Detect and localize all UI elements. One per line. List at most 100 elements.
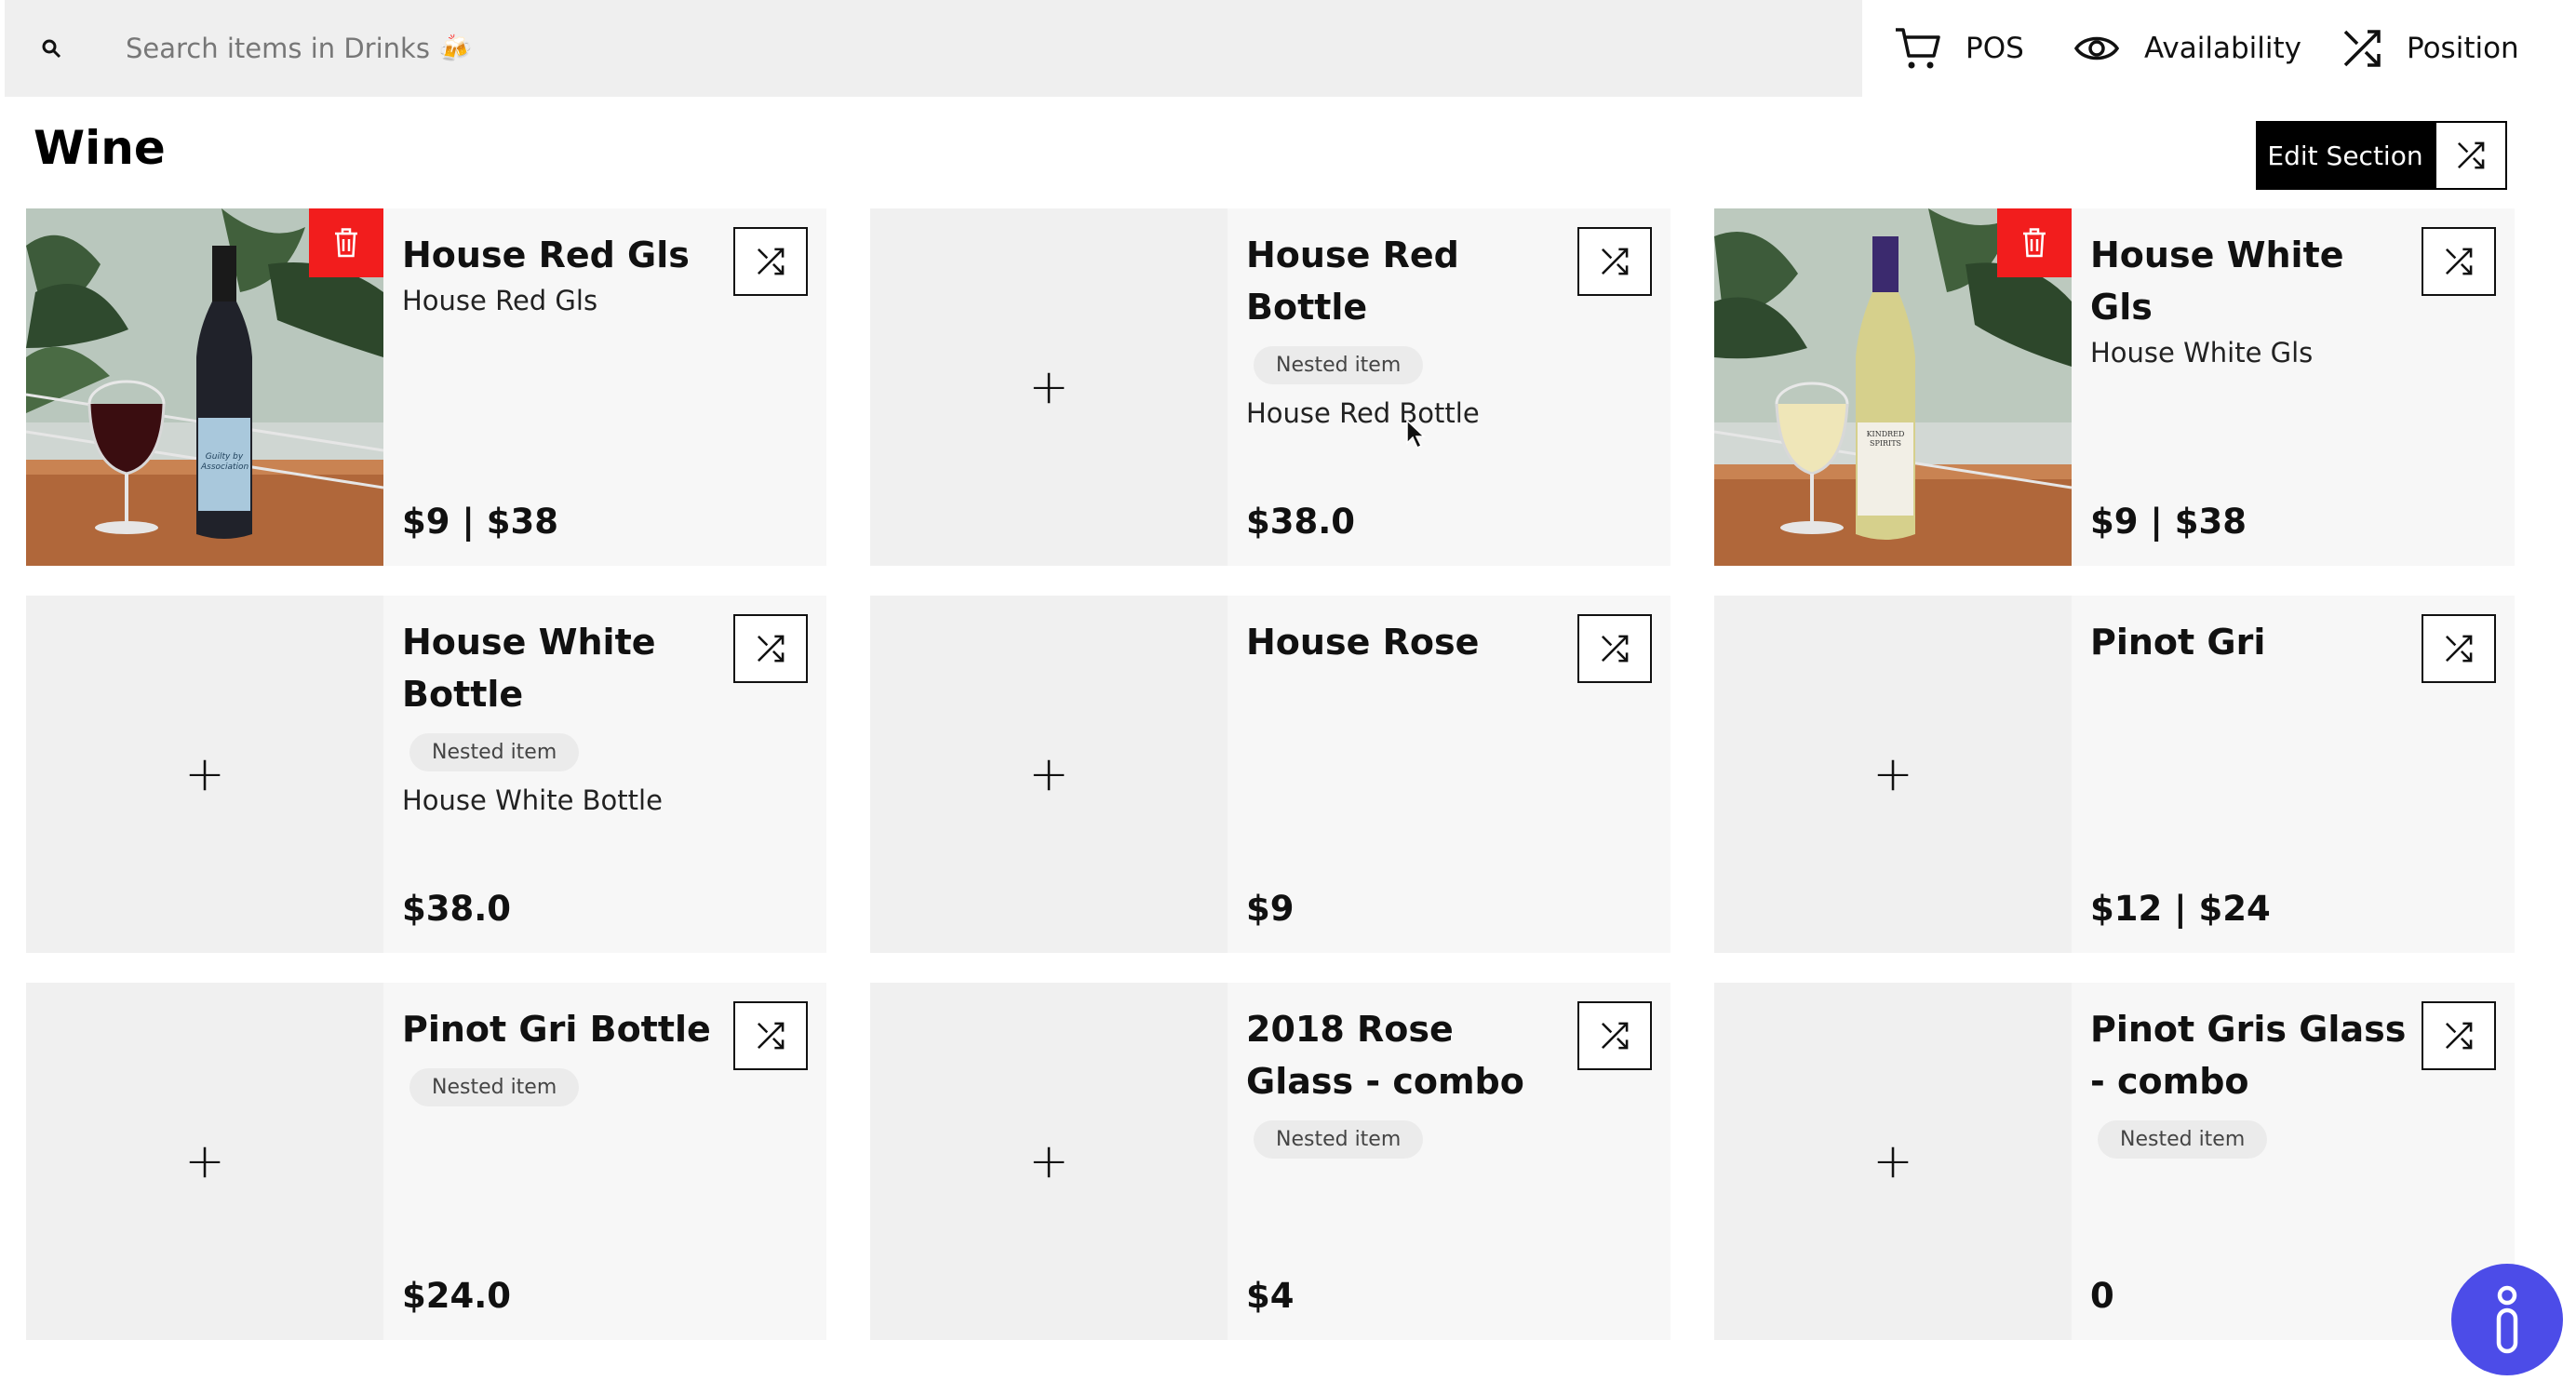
delete-image-button[interactable] <box>1997 208 2072 277</box>
nested-item-badge: Nested item <box>1254 346 1424 384</box>
move-item-button[interactable] <box>1577 614 1652 683</box>
item-name: House White Gls <box>2090 235 2344 328</box>
plus-icon: + <box>1028 359 1069 415</box>
item-card[interactable]: + House Red Bottle Nested item House Red… <box>870 208 1670 566</box>
move-item-button[interactable] <box>733 1001 808 1070</box>
trash-icon <box>335 228 357 258</box>
item-card[interactable]: KINDRED SPIRITS House White Gls House Wh… <box>1714 208 2515 566</box>
item-info: 2018 Rose Glass - combo Nested item <box>1246 1003 1563 1159</box>
item-info: House Red Bottle Nested item House Red B… <box>1246 229 1563 429</box>
shuffle-icon <box>758 1022 785 1050</box>
plus-icon: + <box>184 746 225 802</box>
item-card[interactable]: Guilty by Association House Red Gls Hous… <box>26 208 826 566</box>
item-name: House Rose <box>1246 622 1480 663</box>
search-icon <box>42 39 61 59</box>
move-item-button[interactable] <box>2422 614 2496 683</box>
edit-section-button[interactable]: Edit Section <box>2256 121 2435 190</box>
item-name: House Red Bottle <box>1246 235 1459 328</box>
item-card[interactable]: + House Rose $9 <box>870 596 1670 953</box>
item-name: Pinot Gris Glass - combo <box>2090 1009 2407 1102</box>
delete-image-button[interactable] <box>309 208 383 277</box>
move-item-button[interactable] <box>1577 227 1652 296</box>
item-name: 2018 Rose Glass - combo <box>1246 1009 1524 1102</box>
item-info: House Red Gls House Red Gls <box>402 229 718 316</box>
move-item-button[interactable] <box>1577 1001 1652 1070</box>
add-image-button[interactable]: + <box>1714 596 2072 953</box>
availability-label: Availability <box>2144 32 2301 65</box>
section-title: Wine <box>34 121 166 175</box>
search-bar <box>5 0 1862 97</box>
shuffle-icon <box>2343 30 2381 67</box>
item-grid: Guilty by Association House Red Gls Hous… <box>26 208 2515 1340</box>
shuffle-icon <box>2446 1022 2473 1050</box>
move-item-button[interactable] <box>733 614 808 683</box>
item-name: Pinot Gri Bottle <box>402 1009 711 1050</box>
move-item-button[interactable] <box>733 227 808 296</box>
add-image-button[interactable]: + <box>870 208 1228 566</box>
item-info: House Rose <box>1246 616 1563 668</box>
plus-icon: + <box>1028 746 1069 802</box>
item-card[interactable]: + 2018 Rose Glass - combo Nested item $4 <box>870 983 1670 1340</box>
eye-icon <box>2073 36 2120 60</box>
move-item-button[interactable] <box>2422 227 2496 296</box>
add-image-button[interactable]: + <box>1714 983 2072 1340</box>
item-card[interactable]: + Pinot Gri $12 | $24 <box>1714 596 2515 953</box>
nested-item-badge: Nested item <box>1254 1120 1424 1159</box>
add-image-button[interactable]: + <box>870 596 1228 953</box>
plus-icon: + <box>1872 746 1913 802</box>
position-button[interactable]: Position <box>2341 22 2519 74</box>
plus-icon: + <box>1872 1133 1913 1189</box>
item-name: House Red Gls <box>402 235 690 275</box>
cart-icon <box>1896 28 1940 69</box>
mouse-cursor-icon <box>1406 419 1426 449</box>
trash-icon <box>2023 228 2046 258</box>
search-input[interactable] <box>126 24 1801 73</box>
item-info: House White Bottle Nested item House Whi… <box>402 616 718 816</box>
availability-button[interactable]: Availability <box>2073 22 2301 74</box>
item-subtitle: House Red Bottle <box>1246 397 1480 429</box>
item-subtitle: House Red Gls <box>402 285 598 316</box>
add-image-button[interactable]: + <box>26 983 383 1340</box>
item-subtitle: House White Bottle <box>402 784 663 816</box>
item-price: $12 | $24 <box>2090 889 2271 929</box>
section-reorder-button[interactable] <box>2435 121 2507 190</box>
item-price: $38.0 <box>402 889 512 929</box>
item-price: $9 | $38 <box>402 502 558 542</box>
nested-item-badge: Nested item <box>409 1068 580 1106</box>
shuffle-icon <box>2446 635 2473 663</box>
plus-icon: + <box>1028 1133 1069 1189</box>
item-price: $9 <box>1246 889 1295 929</box>
item-card[interactable]: + Pinot Gri Bottle Nested item $24.0 <box>26 983 826 1340</box>
item-info: Pinot Gri <box>2090 616 2407 668</box>
shuffle-icon <box>758 635 785 663</box>
shuffle-icon <box>1602 1022 1629 1050</box>
help-button[interactable] <box>2451 1264 2563 1375</box>
shuffle-icon <box>2458 141 2485 169</box>
pos-button[interactable]: POS <box>1893 22 2024 74</box>
wine-label-text: KINDRED SPIRITS <box>1866 430 1905 448</box>
info-icon <box>2496 1285 2518 1354</box>
wine-label-text: Guilty by Association <box>201 452 249 472</box>
item-name: House White Bottle <box>402 622 656 715</box>
add-image-button[interactable]: + <box>870 983 1228 1340</box>
item-card[interactable]: + Pinot Gris Glass - combo Nested item 0 <box>1714 983 2515 1340</box>
item-card[interactable]: + House White Bottle Nested item House W… <box>26 596 826 953</box>
item-info: Pinot Gris Glass - combo Nested item <box>2090 1003 2407 1159</box>
shuffle-icon <box>758 248 785 275</box>
nested-item-badge: Nested item <box>409 733 580 771</box>
top-bar: POS Availability Position <box>0 0 2576 97</box>
plus-icon: + <box>184 1133 225 1189</box>
item-price: $24.0 <box>402 1276 512 1316</box>
shuffle-icon <box>2446 248 2473 275</box>
item-price: 0 <box>2090 1276 2114 1316</box>
item-price: $9 | $38 <box>2090 502 2247 542</box>
move-item-button[interactable] <box>2422 1001 2496 1070</box>
item-price: $4 <box>1246 1276 1295 1316</box>
position-label: Position <box>2407 32 2519 65</box>
item-name: Pinot Gri <box>2090 622 2266 663</box>
add-image-button[interactable]: + <box>26 596 383 953</box>
pos-label: POS <box>1966 32 2024 65</box>
shuffle-icon <box>1602 248 1629 275</box>
item-info: House White Gls House White Gls <box>2090 229 2407 369</box>
item-info: Pinot Gri Bottle Nested item <box>402 1003 718 1106</box>
